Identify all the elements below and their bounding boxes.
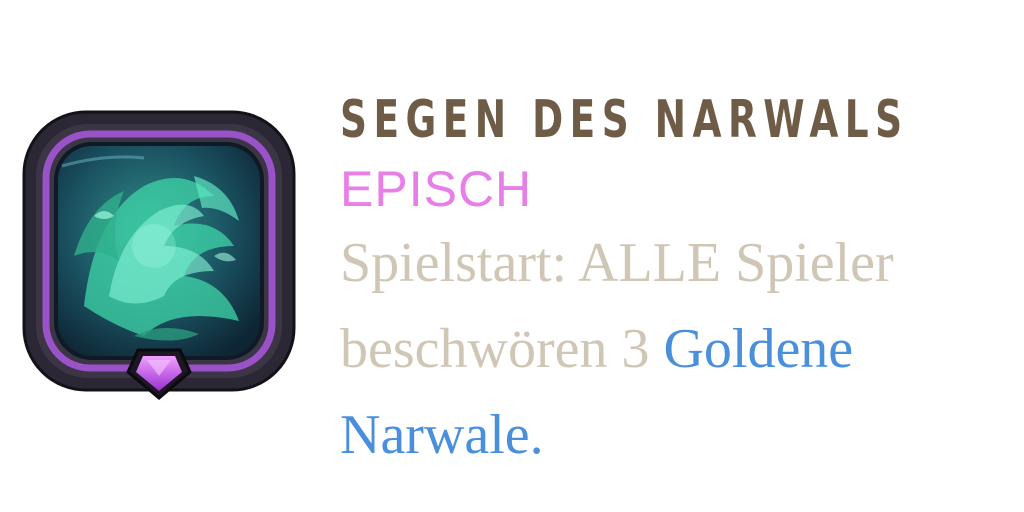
narwhal-blessing-icon	[22, 110, 296, 400]
description-tail: .	[529, 404, 544, 466]
trinket-portrait	[14, 96, 304, 408]
rarity-label: EPISCH	[340, 161, 533, 217]
narwhal-spirit-art	[58, 146, 260, 356]
trinket-card: SEGEN DES NARWALS EPISCH Spielstart: ALL…	[0, 0, 1024, 512]
trinket-info: SEGEN DES NARWALS EPISCH Spielstart: ALL…	[340, 82, 1015, 478]
trinket-title: SEGEN DES NARWALS	[340, 90, 909, 150]
trinket-description: Spielstart: ALLE Spieler beschwören 3 Go…	[340, 220, 1015, 478]
